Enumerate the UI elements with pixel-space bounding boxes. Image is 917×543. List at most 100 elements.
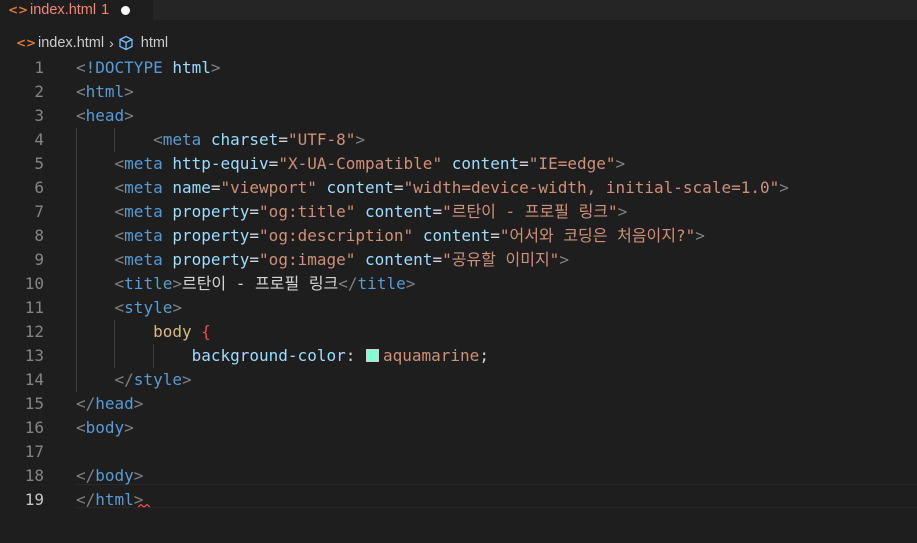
color-swatch[interactable] <box>365 349 379 362</box>
code-line[interactable]: 15 </head> <box>0 392 917 416</box>
token-name: head <box>85 106 125 125</box>
code-line[interactable]: 11 <style> <box>0 296 917 320</box>
token-tag: </ <box>338 274 358 293</box>
token-val: "IE=edge" <box>528 154 616 173</box>
line-number: 13 <box>24 346 44 365</box>
code-line[interactable]: 10 <title>르탄이 - 프로필 링크</title> <box>0 272 917 296</box>
code-line[interactable]: 3 <head> <box>0 104 917 128</box>
code-line[interactable]: 2 <html> <box>0 80 917 104</box>
token-text: : <box>345 346 365 365</box>
code-text: <body> <box>76 416 134 440</box>
code-line[interactable]: 1 <!DOCTYPE html> <box>0 56 917 80</box>
code-line[interactable]: 5 <meta http-equiv="X-UA-Compatible" con… <box>0 152 917 176</box>
token-text: = <box>278 130 288 149</box>
line-number: 6 <box>34 178 44 197</box>
token-tag: > <box>172 298 182 317</box>
code-text: </body> <box>76 464 143 488</box>
token-tag: < <box>114 274 125 293</box>
token-tag: < <box>76 82 86 101</box>
token-name: meta <box>124 250 163 269</box>
code-line[interactable]: 12 body { <box>0 320 917 344</box>
unsaved-dot-icon[interactable] <box>121 5 131 15</box>
token-text: = <box>249 202 260 221</box>
code-line[interactable]: 9 <meta property="og:image" content="공유할… <box>0 248 917 272</box>
code-line[interactable]: 14 </style> <box>0 368 917 392</box>
code-line[interactable]: 7 <meta property="og:title" content="르탄이… <box>0 200 917 224</box>
token-val: "X-UA-Compatible" <box>278 154 443 173</box>
token-text: = <box>393 178 404 197</box>
code-editor[interactable]: 1 <!DOCTYPE html> 2 <html> 3 <head> 4 <meta ch… <box>0 56 917 543</box>
line-number: 18 <box>24 466 44 485</box>
token-val: "viewport" <box>220 178 317 197</box>
token-text: = <box>210 178 221 197</box>
token-tag: < <box>153 130 163 149</box>
token-tag: > <box>559 250 569 269</box>
token-attr: http-equiv <box>172 154 269 173</box>
code-line[interactable]: 17 <box>0 440 917 464</box>
token-tag: </ <box>76 394 96 413</box>
token-name: meta <box>124 226 163 245</box>
code-text: </head> <box>76 392 143 416</box>
code-text: </style> <box>76 368 192 392</box>
code-text: <title>르탄이 - 프로필 링크</title> <box>76 272 416 296</box>
line-number: 7 <box>34 202 44 221</box>
line-number: 1 <box>34 58 44 77</box>
token-tag: > <box>133 466 144 485</box>
token-tag: < <box>114 202 125 221</box>
token-name: title <box>124 274 173 293</box>
token-attr: charset <box>210 130 279 149</box>
token-name: !DOCTYPE <box>85 58 163 77</box>
code-line[interactable]: 18 </body> <box>0 464 917 488</box>
code-text: <style> <box>76 296 182 320</box>
token-tag: < <box>114 154 125 173</box>
token-tag: > <box>133 394 144 413</box>
token-name: meta <box>162 130 202 149</box>
token-val: "og:description" <box>259 226 414 245</box>
token-tag: > <box>124 106 134 125</box>
code-line[interactable]: 19 </html> <box>0 488 917 512</box>
token-name: head <box>95 394 134 413</box>
line-number: 15 <box>24 394 44 413</box>
html-file-icon: <> <box>16 36 37 50</box>
token-prop: background-color <box>191 346 346 365</box>
token-tag: < <box>114 250 125 269</box>
token-tag: > <box>181 370 192 389</box>
code-line[interactable]: 8 <meta property="og:description" conten… <box>0 224 917 248</box>
code-text: <html> <box>76 80 134 104</box>
token-text: = <box>432 202 443 221</box>
token-attr: property <box>172 226 250 245</box>
code-line[interactable]: 13 background-color: aquamarine; <box>0 344 917 368</box>
breadcrumb-file[interactable]: index.html <box>38 35 104 51</box>
token-tag: > <box>615 154 626 173</box>
token-attr: html <box>172 58 211 77</box>
code-line[interactable]: 16 <body> <box>0 416 917 440</box>
token-sel: body <box>153 322 192 341</box>
code-line[interactable]: 4 <meta charset="UTF-8"> <box>0 128 917 152</box>
token-tag: > <box>695 226 705 245</box>
chevron-right-icon: › <box>109 35 114 51</box>
tab-label: index.html <box>30 2 97 18</box>
breadcrumb-element[interactable]: html <box>141 35 168 51</box>
token-text: 르탄이 - 프로필 링크 <box>181 274 339 293</box>
code-text: <head> <box>76 104 134 128</box>
token-text: = <box>249 226 260 245</box>
token-text: = <box>490 226 500 245</box>
token-attr: content <box>365 250 433 269</box>
token-tag: > <box>124 82 134 101</box>
code-line[interactable]: 6 <meta name="viewport" content="width=d… <box>0 176 917 200</box>
tab-index-html[interactable]: <> index.html 1 <box>0 0 153 20</box>
token-attr: name <box>172 178 211 197</box>
token-name: body <box>95 466 134 485</box>
token-tag: > <box>355 130 366 149</box>
